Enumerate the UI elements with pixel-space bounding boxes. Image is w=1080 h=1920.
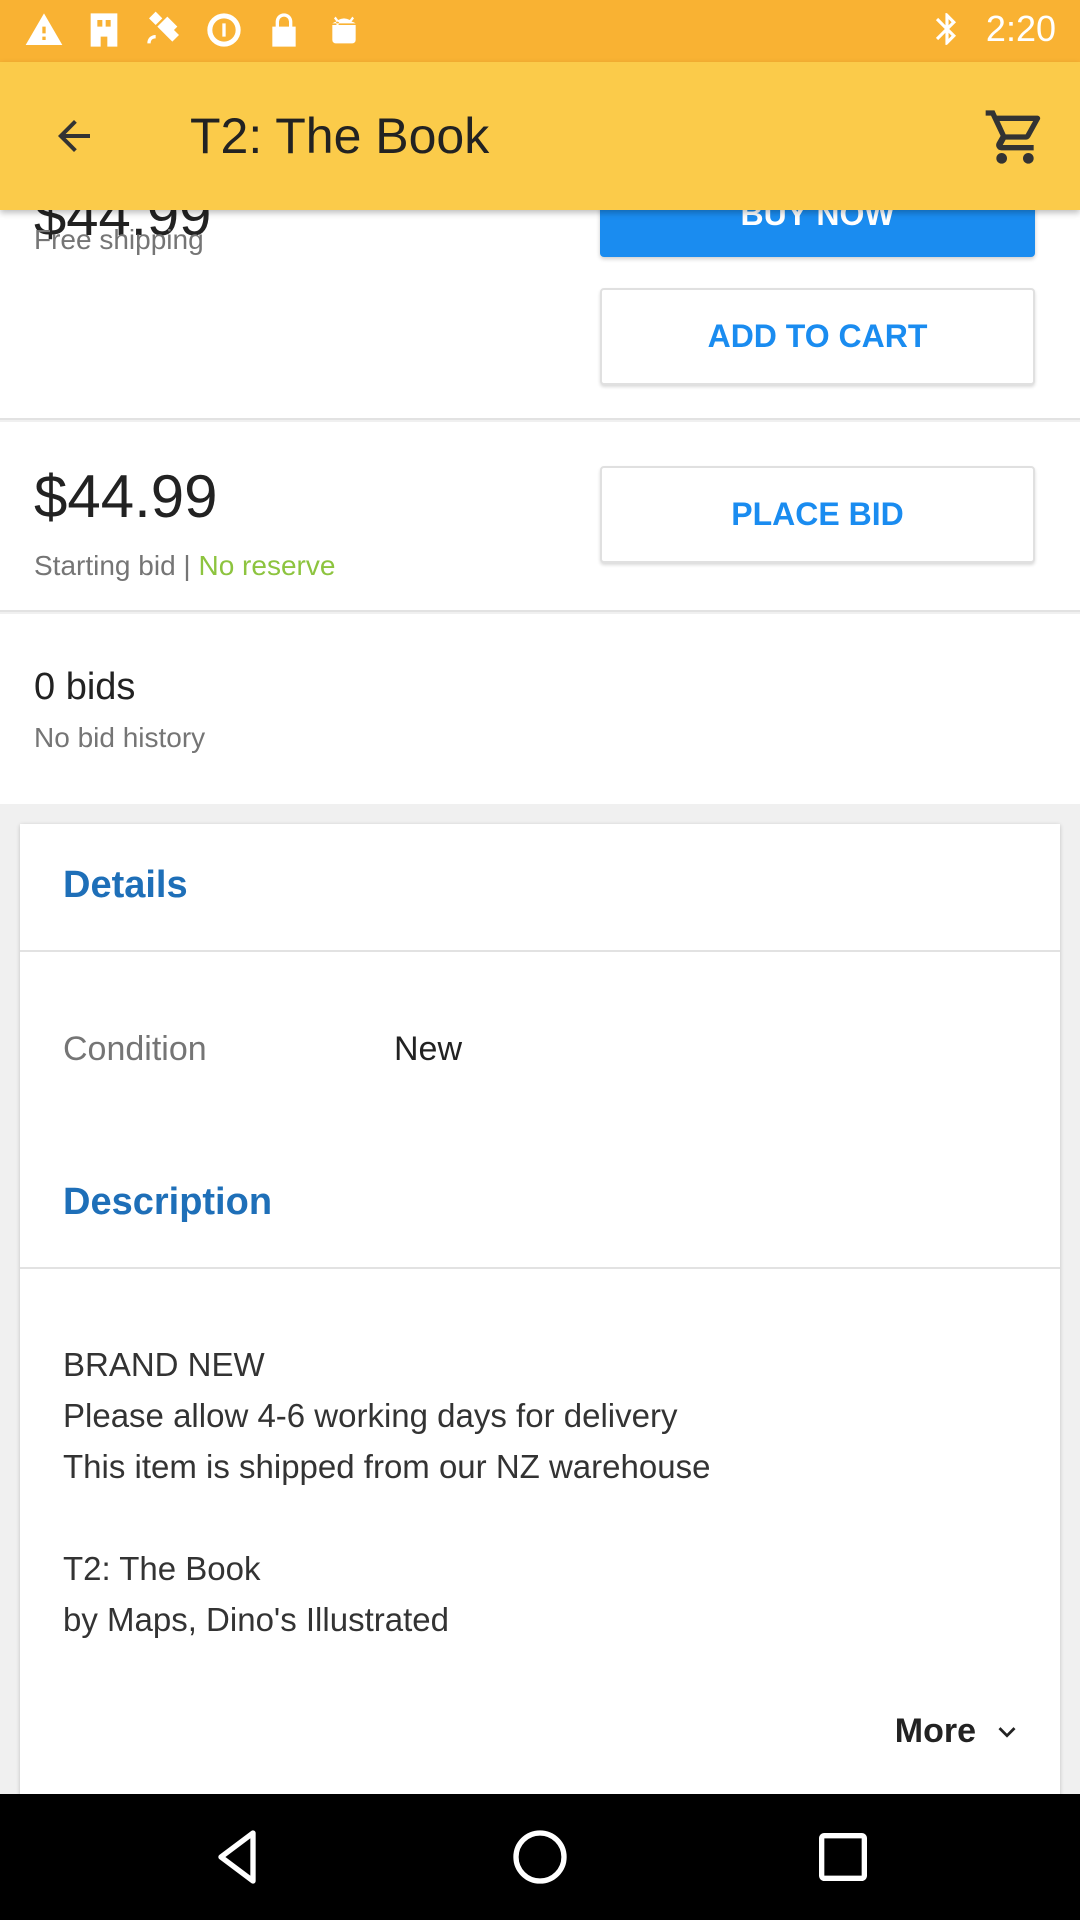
listing-content[interactable]: $44.99 Free shipping BUY NOW ADD TO CART… — [0, 210, 1080, 1794]
starting-bid-info: Starting bid | No reserve — [34, 550, 335, 582]
description-line — [63, 1492, 710, 1543]
fake-gps-icon — [90, 13, 118, 47]
nav-home-button[interactable] — [505, 1822, 575, 1892]
details-card: Details Condition New Description BRAND … — [20, 824, 1060, 1794]
status-right: 2:20 — [928, 8, 1056, 50]
more-button[interactable]: More — [895, 1712, 1024, 1751]
buy-now-section: $44.99 Free shipping BUY NOW ADD TO CART — [0, 210, 1080, 420]
system-nav-bar — [0, 1794, 1080, 1920]
description-text: BRAND NEW Please allow 4-6 working days … — [63, 1339, 710, 1645]
more-label: More — [894, 1712, 976, 1750]
circle-home-icon — [513, 1830, 567, 1884]
bid-history-text: No bid history — [34, 722, 206, 753]
android-icon — [332, 16, 356, 44]
divider — [20, 950, 1060, 952]
add-to-cart-button[interactable]: ADD TO CART — [600, 288, 1035, 385]
bids-count: 0 bids — [34, 666, 136, 708]
square-recents-icon — [819, 1833, 867, 1881]
description-line: This item is shipped from our NZ warehou… — [63, 1448, 711, 1485]
buy-now-button[interactable]: BUY NOW — [600, 210, 1035, 257]
cart-button[interactable] — [980, 102, 1050, 172]
description-heading: Description — [63, 1181, 273, 1223]
shipping-info: Free shipping — [34, 224, 204, 255]
description-line: by Maps, Dino's Illustrated — [63, 1601, 449, 1638]
description-line: BRAND NEW — [63, 1346, 265, 1383]
sync-icon — [207, 13, 241, 47]
nav-back-button[interactable] — [202, 1822, 272, 1892]
starting-bid-label: Starting bid | — [34, 550, 199, 581]
status-bar: 2:20 — [0, 0, 1080, 62]
condition-value: New — [394, 1030, 463, 1068]
status-time: 2:20 — [985, 8, 1056, 49]
description-line: Please allow 4-6 working days for delive… — [63, 1397, 678, 1434]
status-icons-left — [24, 10, 364, 50]
description-line: T2: The Book — [63, 1550, 261, 1587]
starting-bid-price: $44.99 — [34, 463, 218, 530]
satellite-icon — [147, 11, 179, 44]
details-heading: Details — [63, 864, 188, 906]
lock-icon — [272, 13, 296, 47]
place-bid-button[interactable]: PLACE BID — [600, 466, 1035, 563]
app-bar: T2: The Book — [0, 62, 1080, 210]
condition-label: Condition — [63, 1030, 207, 1068]
back-button[interactable] — [42, 104, 106, 168]
bluetooth-icon — [935, 13, 956, 45]
triangle-back-icon — [218, 1830, 256, 1884]
nav-recents-button[interactable] — [808, 1822, 878, 1892]
page-title: T2: The Book — [190, 108, 490, 164]
bids-section[interactable]: 0 bids No bid history — [0, 614, 1080, 804]
chevron-down-icon — [998, 1726, 1016, 1738]
warning-icon — [25, 13, 63, 46]
shopping-cart-icon — [985, 110, 1041, 164]
divider — [20, 1267, 1060, 1269]
reserve-status: No reserve — [198, 550, 336, 581]
arrow-back-icon — [58, 120, 90, 152]
